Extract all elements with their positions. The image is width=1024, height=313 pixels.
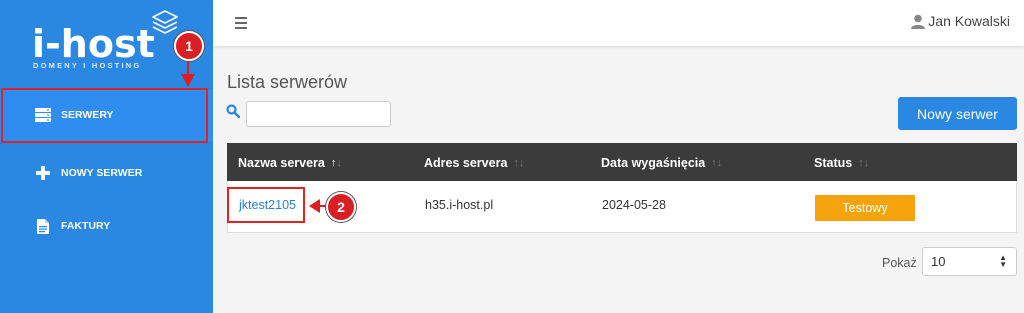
user-menu[interactable]: Jan Kowalski: [911, 13, 1010, 29]
server-expiry-date: 2024-05-28: [602, 198, 666, 212]
sidebar-item-label: NOWY SERWER: [61, 167, 143, 179]
sidebar-item-nowy-serwer[interactable]: NOWY SERWER: [0, 147, 213, 199]
server-address: h35.i-host.pl: [425, 198, 494, 212]
step-badge-1: 1: [174, 31, 204, 61]
brand-logo[interactable]: i-host: [32, 24, 155, 64]
document-icon: [33, 218, 53, 234]
column-header-address[interactable]: Adres servera ↑↓: [424, 156, 524, 170]
select-arrows-icon: ▲ ▼: [999, 253, 1007, 269]
sort-icon: ↑↓: [711, 157, 723, 169]
sidebar-item-label: FAKTURY: [61, 220, 111, 232]
sort-icon: ↑↓: [513, 157, 525, 169]
sort-icon: ↑↓: [330, 157, 342, 169]
arrow-down-icon: [181, 58, 195, 87]
search-icon: [226, 104, 240, 118]
column-header-expires[interactable]: Data wygaśnięcia ↑↓: [601, 156, 722, 170]
page-size-select[interactable]: 10 ▲ ▼: [922, 247, 1017, 276]
user-icon: [911, 14, 926, 29]
user-name: Jan Kowalski: [928, 13, 1010, 29]
step-badge-2: 2: [326, 192, 356, 222]
highlight-box-server-link: [227, 187, 305, 223]
page-title: Lista serwerów: [227, 72, 348, 92]
column-header-status[interactable]: Status ↑↓: [814, 156, 869, 170]
plus-icon: [33, 165, 53, 181]
highlight-box-serwery: [1, 88, 208, 143]
new-server-button[interactable]: Nowy serwer: [898, 97, 1017, 130]
top-bar: Jan Kowalski: [213, 0, 1024, 46]
status-badge: Testowy: [815, 195, 915, 221]
column-header-name[interactable]: Nazwa servera ↑↓: [238, 156, 342, 170]
page-size-label: Pokaż: [882, 256, 917, 270]
brand-tagline: DOMENY I HOSTING: [33, 61, 142, 70]
servers-table: Nazwa servera ↑↓ Adres servera ↑↓ Data w…: [227, 143, 1017, 233]
table-header: Nazwa servera ↑↓ Adres servera ↑↓ Data w…: [227, 143, 1017, 181]
sort-icon: ↑↓: [858, 157, 870, 169]
hamburger-menu-icon[interactable]: [235, 17, 247, 32]
sidebar-item-faktury[interactable]: FAKTURY: [0, 200, 213, 252]
search-input[interactable]: [246, 101, 391, 127]
